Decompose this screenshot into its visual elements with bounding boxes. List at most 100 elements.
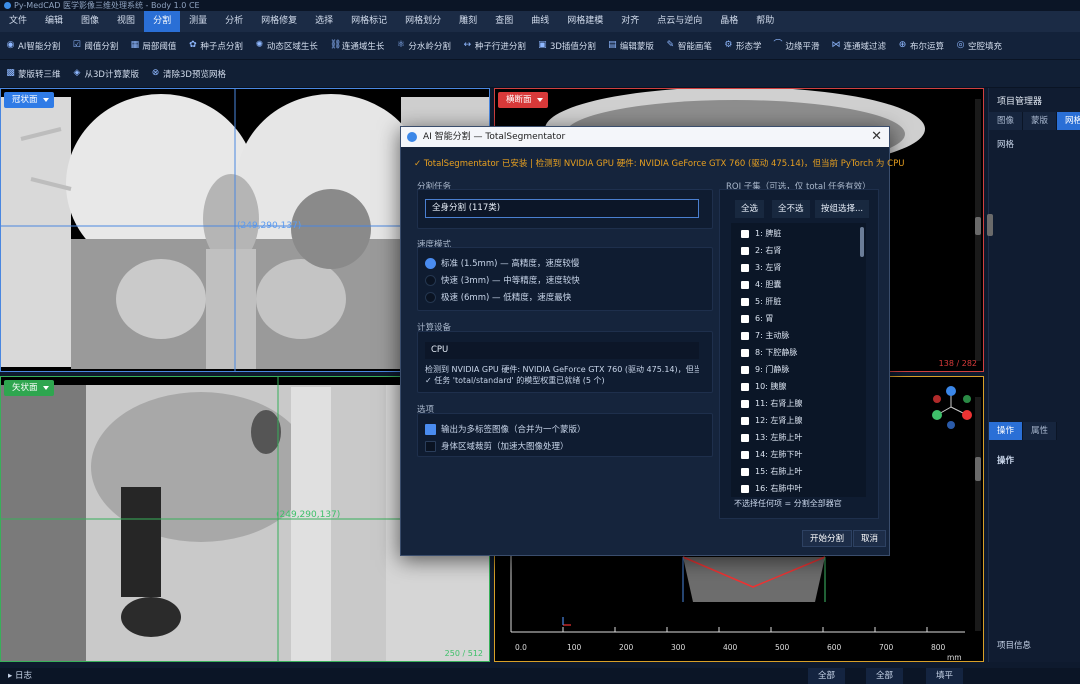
menu-item-8[interactable]: 选择 bbox=[306, 11, 342, 32]
roi-checkbox[interactable] bbox=[741, 314, 749, 323]
menu-item-5[interactable]: 测量 bbox=[180, 11, 216, 32]
checkbox[interactable] bbox=[425, 440, 436, 452]
task-select[interactable]: 全身分割 (117类) bbox=[425, 199, 699, 218]
close-icon[interactable]: ✕ bbox=[871, 129, 882, 145]
start-segmentation-button[interactable]: 开始分割 bbox=[802, 530, 853, 547]
roi-checkbox[interactable] bbox=[741, 331, 749, 340]
tab-1[interactable]: 蒙版 bbox=[1023, 112, 1058, 130]
toolbar1-button-13[interactable]: ⋈ 连通域过滤 bbox=[825, 36, 892, 56]
roi-item-10[interactable]: 11: 右肾上腺 bbox=[741, 398, 802, 409]
op-tab-1[interactable]: 属性 bbox=[1023, 422, 1058, 440]
roi-item-12[interactable]: 13: 左肺上叶 bbox=[741, 432, 802, 443]
menu-item-14[interactable]: 网格建模 bbox=[558, 11, 612, 32]
menu-item-12[interactable]: 查图 bbox=[486, 11, 522, 32]
coronal-view-selector[interactable]: 冠状面 bbox=[4, 92, 54, 108]
menu-item-11[interactable]: 雕刻 bbox=[450, 11, 486, 32]
device-select[interactable]: CPU bbox=[425, 342, 699, 359]
radio-button[interactable] bbox=[425, 257, 436, 269]
checkbox[interactable] bbox=[425, 423, 436, 435]
roi-select-by-group-button[interactable]: 按组选择... bbox=[815, 200, 870, 218]
toolbar1-button-12[interactable]: ⌒ 边缘平滑 bbox=[767, 36, 825, 56]
status-filter-1[interactable]: 全部 bbox=[808, 668, 846, 684]
roi-checkbox[interactable] bbox=[741, 348, 749, 357]
menu-item-13[interactable]: 曲线 bbox=[522, 11, 558, 32]
option-0[interactable]: 输出为多标签图像（合并为一个蒙版） bbox=[425, 423, 586, 435]
toolbar1-button-6[interactable]: ⚛ 分水岭分割 bbox=[390, 36, 457, 56]
menu-item-18[interactable]: 帮助 bbox=[747, 11, 783, 32]
speed-option-1[interactable]: 快速 (3mm) — 中等精度，速度较快 bbox=[425, 274, 580, 286]
menu-item-9[interactable]: 网格标记 bbox=[342, 11, 396, 32]
op-tab-0[interactable]: 操作 bbox=[989, 422, 1024, 440]
axial-view-selector[interactable]: 横断面 bbox=[498, 92, 548, 108]
roi-item-8[interactable]: 9: 门静脉 bbox=[741, 364, 789, 375]
menu-item-0[interactable]: 文件 bbox=[0, 11, 36, 32]
roi-checkbox[interactable] bbox=[741, 365, 749, 374]
toolbar1-button-9[interactable]: ▤ 编辑蒙版 bbox=[602, 36, 660, 56]
toolbar1-button-1[interactable]: ☑ 阈值分割 bbox=[66, 36, 124, 56]
roi-select-all-button[interactable]: 全选 bbox=[735, 200, 765, 218]
status-filter-3[interactable]: 填平 bbox=[926, 668, 964, 684]
menu-item-2[interactable]: 图像 bbox=[72, 11, 108, 32]
roi-select-none-button[interactable]: 全不选 bbox=[772, 200, 810, 218]
option-1[interactable]: 身体区域裁剪（加速大图像处理） bbox=[425, 440, 569, 452]
menu-item-4[interactable]: 分割 bbox=[144, 11, 181, 32]
toolbar1-button-3[interactable]: ✿ 种子点分割 bbox=[182, 36, 249, 56]
roi-checkbox[interactable] bbox=[741, 229, 749, 238]
roi-checkbox[interactable] bbox=[741, 382, 749, 391]
toolbar2-button-1[interactable]: ◈ 从3D计算蒙版 bbox=[67, 64, 145, 84]
roi-checkbox[interactable] bbox=[741, 416, 749, 425]
roi-item-0[interactable]: 1: 脾脏 bbox=[741, 228, 781, 239]
axial-slice-scroll-thumb[interactable] bbox=[975, 217, 981, 235]
roi-item-4[interactable]: 5: 肝脏 bbox=[741, 296, 781, 307]
axial-slice-scrollbar[interactable] bbox=[975, 99, 981, 361]
roi-checkbox[interactable] bbox=[741, 399, 749, 408]
roi-item-13[interactable]: 14: 左肺下叶 bbox=[741, 449, 802, 460]
roi-checkbox[interactable] bbox=[741, 246, 749, 255]
menu-item-16[interactable]: 点云与逆向 bbox=[648, 11, 711, 32]
tab-0[interactable]: 图像 bbox=[989, 112, 1024, 130]
sagittal-view-selector[interactable]: 矢状面 bbox=[4, 380, 54, 396]
menu-item-10[interactable]: 网格划分 bbox=[396, 11, 450, 32]
roi-checkbox[interactable] bbox=[741, 280, 749, 289]
toolbar1-button-4[interactable]: ✺ 动态区域生长 bbox=[249, 36, 324, 56]
toolbar1-button-0[interactable]: ◉ AI智能分割 bbox=[0, 36, 66, 56]
menu-item-17[interactable]: 晶格 bbox=[711, 11, 747, 32]
roi-item-11[interactable]: 12: 左肾上腺 bbox=[741, 415, 802, 426]
roi-checkbox[interactable] bbox=[741, 450, 749, 459]
roi-item-5[interactable]: 6: 胃 bbox=[741, 313, 773, 324]
menu-item-1[interactable]: 编辑 bbox=[36, 11, 72, 32]
cancel-button[interactable]: 取消 bbox=[853, 530, 887, 547]
roi-list[interactable]: 1: 脾脏 2: 右肾 3: 左肾 4: 胆囊 5: 肝脏 6: 胃 7: 主动脉 8: 下腔… bbox=[731, 223, 866, 497]
roi-checkbox[interactable] bbox=[741, 433, 749, 442]
roi-item-9[interactable]: 10: 胰腺 bbox=[741, 381, 786, 392]
menu-item-7[interactable]: 网格修复 bbox=[252, 11, 306, 32]
toolbar1-button-8[interactable]: ▣ 3D插值分割 bbox=[532, 36, 602, 56]
roi-item-14[interactable]: 15: 右肺上叶 bbox=[741, 466, 802, 477]
panel-splitter-handle[interactable] bbox=[987, 214, 993, 236]
orientation-gizmo-icon[interactable] bbox=[931, 385, 977, 431]
3d-scrollbar[interactable] bbox=[975, 397, 981, 631]
toolbar1-button-11[interactable]: ⚙ 形态学 bbox=[718, 36, 768, 56]
toolbar1-button-15[interactable]: ◎ 空腔填充 bbox=[950, 36, 1008, 56]
toolbar2-button-2[interactable]: ⊗ 清除3D预览网格 bbox=[145, 64, 232, 84]
speed-option-0[interactable]: 标准 (1.5mm) — 高精度，速度较慢 bbox=[425, 257, 579, 269]
roi-item-15[interactable]: 16: 右肺中叶 bbox=[741, 483, 802, 494]
log-toggle[interactable]: ▸ 日志 bbox=[8, 668, 32, 684]
roi-item-6[interactable]: 7: 主动脉 bbox=[741, 330, 789, 341]
radio-button[interactable] bbox=[425, 274, 436, 286]
menu-item-6[interactable]: 分析 bbox=[216, 11, 252, 32]
toolbar1-button-14[interactable]: ⊕ 布尔运算 bbox=[892, 36, 950, 56]
roi-checkbox[interactable] bbox=[741, 484, 749, 493]
roi-item-2[interactable]: 3: 左肾 bbox=[741, 262, 781, 273]
toolbar1-button-7[interactable]: ↔ 种子行进分割 bbox=[457, 36, 532, 56]
roi-checkbox[interactable] bbox=[741, 263, 749, 272]
toolbar1-button-2[interactable]: ▦ 局部阈值 bbox=[124, 36, 182, 56]
toolbar2-button-0[interactable]: ▩ 蒙版转三维 bbox=[0, 64, 67, 84]
3d-scroll-thumb[interactable] bbox=[975, 457, 981, 481]
roi-checkbox[interactable] bbox=[741, 467, 749, 476]
roi-checkbox[interactable] bbox=[741, 297, 749, 306]
radio-button[interactable] bbox=[425, 291, 436, 303]
menu-item-3[interactable]: 视图 bbox=[108, 11, 144, 32]
status-filter-2[interactable]: 全部 bbox=[866, 668, 904, 684]
toolbar1-button-10[interactable]: ✎ 智能画笔 bbox=[660, 36, 718, 56]
